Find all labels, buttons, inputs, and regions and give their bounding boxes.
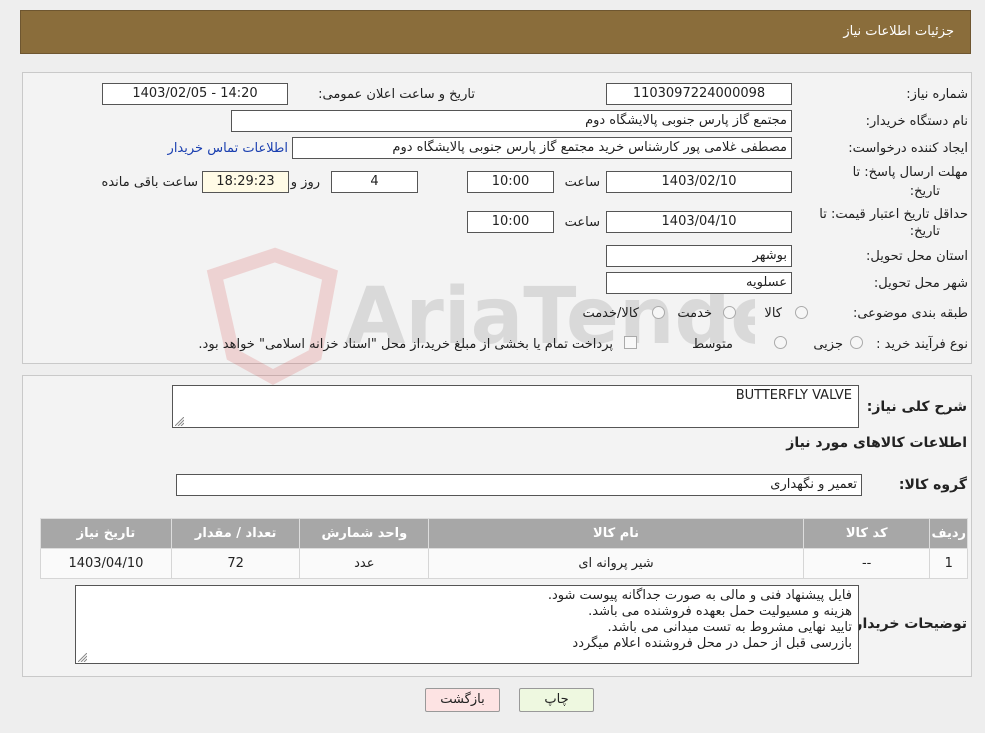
- category-option-goods: کالا: [764, 306, 782, 321]
- summary-label: شرح کلی نیاز:: [866, 399, 967, 415]
- cell-qty: 72: [170, 548, 301, 579]
- page-title: جزئیات اطلاعات نیاز: [843, 24, 954, 39]
- cell-unit: عدد: [299, 548, 430, 579]
- buyer-org-label: نام دستگاه خریدار:: [865, 114, 968, 129]
- buyer-contact-link[interactable]: اطلاعات تماس خریدار: [168, 141, 288, 156]
- back-button[interactable]: بازگشت: [425, 688, 500, 712]
- process-option-minor: جزیی: [813, 337, 843, 352]
- resize-grip-icon[interactable]: [78, 653, 87, 662]
- buyer-note-line: فایل پیشنهاد فنی و مالی به صورت جداگانه …: [547, 588, 852, 603]
- buyer-notes-textarea[interactable]: فایل پیشنهاد فنی و مالی به صورت جداگانه …: [75, 585, 859, 664]
- category-radio-goods[interactable]: [795, 306, 808, 319]
- deadline-label: مهلت ارسال پاسخ: تا: [852, 165, 968, 180]
- col-code: کد کالا: [802, 518, 931, 549]
- validity-time-label: ساعت: [564, 215, 600, 230]
- summary-text: BUTTERFLY VALVE: [735, 388, 852, 403]
- validity-label-2: تاریخ:: [909, 224, 940, 239]
- cell-name: شیر پروانه ای: [428, 548, 804, 579]
- creator-field[interactable]: مصطفی غلامی پور کارشناس خرید مجتمع گاز پ…: [292, 137, 792, 159]
- group-label: گروه کالا:: [898, 477, 967, 493]
- cell-row: 1: [929, 548, 968, 579]
- days-field[interactable]: 4: [331, 171, 418, 193]
- cell-code: --: [802, 548, 931, 579]
- city-label: شهر محل تحویل:: [873, 276, 968, 291]
- table-row[interactable]: 1 -- شیر پروانه ای عدد 72 1403/04/10: [40, 548, 968, 579]
- col-unit: واحد شمارش: [299, 518, 430, 549]
- col-date: تاریخ نیاز: [40, 518, 172, 549]
- deadline-time-field[interactable]: 10:00: [467, 171, 554, 193]
- buyer-note-line: تایید نهایی مشروط به تست میدانی می باشد.: [607, 620, 853, 635]
- col-row: ردیف: [929, 518, 968, 549]
- deadline-time-label: ساعت: [564, 175, 600, 190]
- buyer-note-line: بازرسی قبل از حمل در محل فروشنده اعلام م…: [572, 636, 852, 651]
- process-radio-medium[interactable]: [774, 336, 787, 349]
- process-option-medium: متوسط: [692, 337, 733, 352]
- validity-date-field[interactable]: 1403/04/10: [606, 211, 792, 233]
- need-number-label: شماره نیاز:: [906, 87, 968, 102]
- province-label: استان محل تحویل:: [866, 249, 968, 264]
- summary-textarea[interactable]: BUTTERFLY VALVE: [172, 385, 859, 428]
- creator-label: ایجاد کننده درخواست:: [848, 141, 968, 156]
- col-name: نام کالا: [428, 518, 804, 549]
- remaining-label: ساعت باقی مانده: [101, 175, 198, 190]
- print-button[interactable]: چاپ: [519, 688, 594, 712]
- need-number-field[interactable]: 1103097224000098: [606, 83, 792, 105]
- buyer-org-field[interactable]: مجتمع گاز پارس جنوبی پالایشگاه دوم: [231, 110, 792, 132]
- category-radio-goods-service[interactable]: [652, 306, 665, 319]
- items-table-header: ردیف کد کالا نام کالا واحد شمارش تعداد /…: [40, 518, 968, 549]
- remaining-time-field[interactable]: 18:29:23: [202, 171, 289, 193]
- buyer-note-line: هزینه و مسیولیت حمل بعهده فروشنده می باش…: [588, 604, 852, 619]
- province-field[interactable]: بوشهر: [606, 245, 792, 267]
- validity-time-field[interactable]: 10:00: [467, 211, 554, 233]
- category-option-goods-service: کالا/خدمت: [582, 306, 639, 321]
- process-radio-minor[interactable]: [850, 336, 863, 349]
- category-option-service: خدمت: [677, 306, 712, 321]
- group-field[interactable]: تعمیر و نگهداری: [176, 474, 862, 496]
- resize-grip-icon[interactable]: [175, 417, 184, 426]
- process-label: نوع فرآیند خرید :: [876, 337, 968, 352]
- announce-label: تاریخ و ساعت اعلان عمومی:: [318, 87, 475, 102]
- treasury-note: پرداخت تمام یا بخشی از مبلغ خرید،از محل …: [198, 337, 613, 352]
- validity-label: حداقل تاریخ اعتبار قیمت: تا: [819, 207, 968, 222]
- buyer-notes-label: توضیحات خریدار:: [848, 616, 967, 632]
- deadline-date-field[interactable]: 1403/02/10: [606, 171, 792, 193]
- items-table: ردیف کد کالا نام کالا واحد شمارش تعداد /…: [40, 518, 968, 579]
- items-heading: اطلاعات کالاهای مورد نیاز: [786, 435, 967, 451]
- page-header: جزئیات اطلاعات نیاز: [20, 10, 971, 54]
- category-label: طبقه بندی موضوعی:: [852, 306, 968, 321]
- days-label: روز و: [290, 175, 320, 190]
- city-field[interactable]: عسلویه: [606, 272, 792, 294]
- col-qty: تعداد / مقدار: [170, 518, 301, 549]
- announce-field[interactable]: 1403/02/05 - 14:20: [102, 83, 288, 105]
- deadline-label-2: تاریخ:: [909, 184, 940, 199]
- treasury-checkbox[interactable]: [624, 336, 637, 349]
- category-radio-service[interactable]: [723, 306, 736, 319]
- cell-date: 1403/04/10: [40, 548, 172, 579]
